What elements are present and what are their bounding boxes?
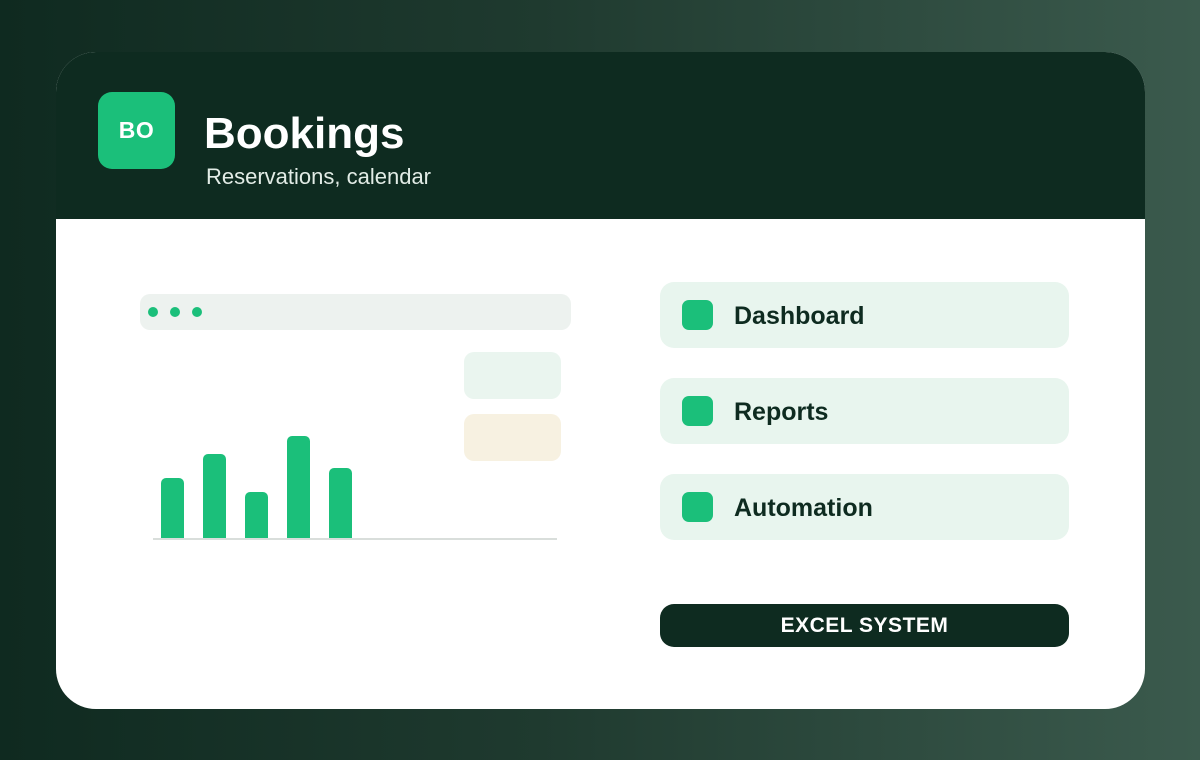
mock-window-titlebar	[140, 294, 571, 330]
window-dot-icon	[192, 307, 202, 317]
window-dot-icon	[148, 307, 158, 317]
chart-baseline	[153, 538, 557, 540]
menu-item-label: Dashboard	[734, 302, 865, 330]
menu-item-label: Reports	[734, 398, 829, 426]
chart-bar	[161, 478, 184, 538]
chart-bar	[329, 468, 352, 538]
menu-item-automation[interactable]: Automation	[660, 474, 1069, 540]
app-card: BO Bookings Reservations, calendar Dashb…	[56, 52, 1145, 709]
square-icon	[682, 396, 713, 426]
excel-system-button[interactable]: EXCEL SYSTEM	[660, 604, 1069, 647]
preview-bar-chart	[153, 422, 557, 540]
app-logo: BO	[98, 92, 175, 169]
page-title: Bookings	[204, 109, 405, 158]
chart-bar	[245, 492, 268, 538]
square-icon	[682, 300, 713, 330]
square-icon	[682, 492, 713, 522]
chart-bar	[287, 436, 310, 538]
menu-item-label: Automation	[734, 494, 873, 522]
header: BO Bookings Reservations, calendar	[56, 52, 1145, 219]
menu-item-dashboard[interactable]: Dashboard	[660, 282, 1069, 348]
page-subtitle: Reservations, calendar	[206, 164, 432, 189]
window-dot-icon	[170, 307, 180, 317]
menu-item-reports[interactable]: Reports	[660, 378, 1069, 444]
mock-card-green	[464, 352, 561, 399]
chart-bar	[203, 454, 226, 538]
